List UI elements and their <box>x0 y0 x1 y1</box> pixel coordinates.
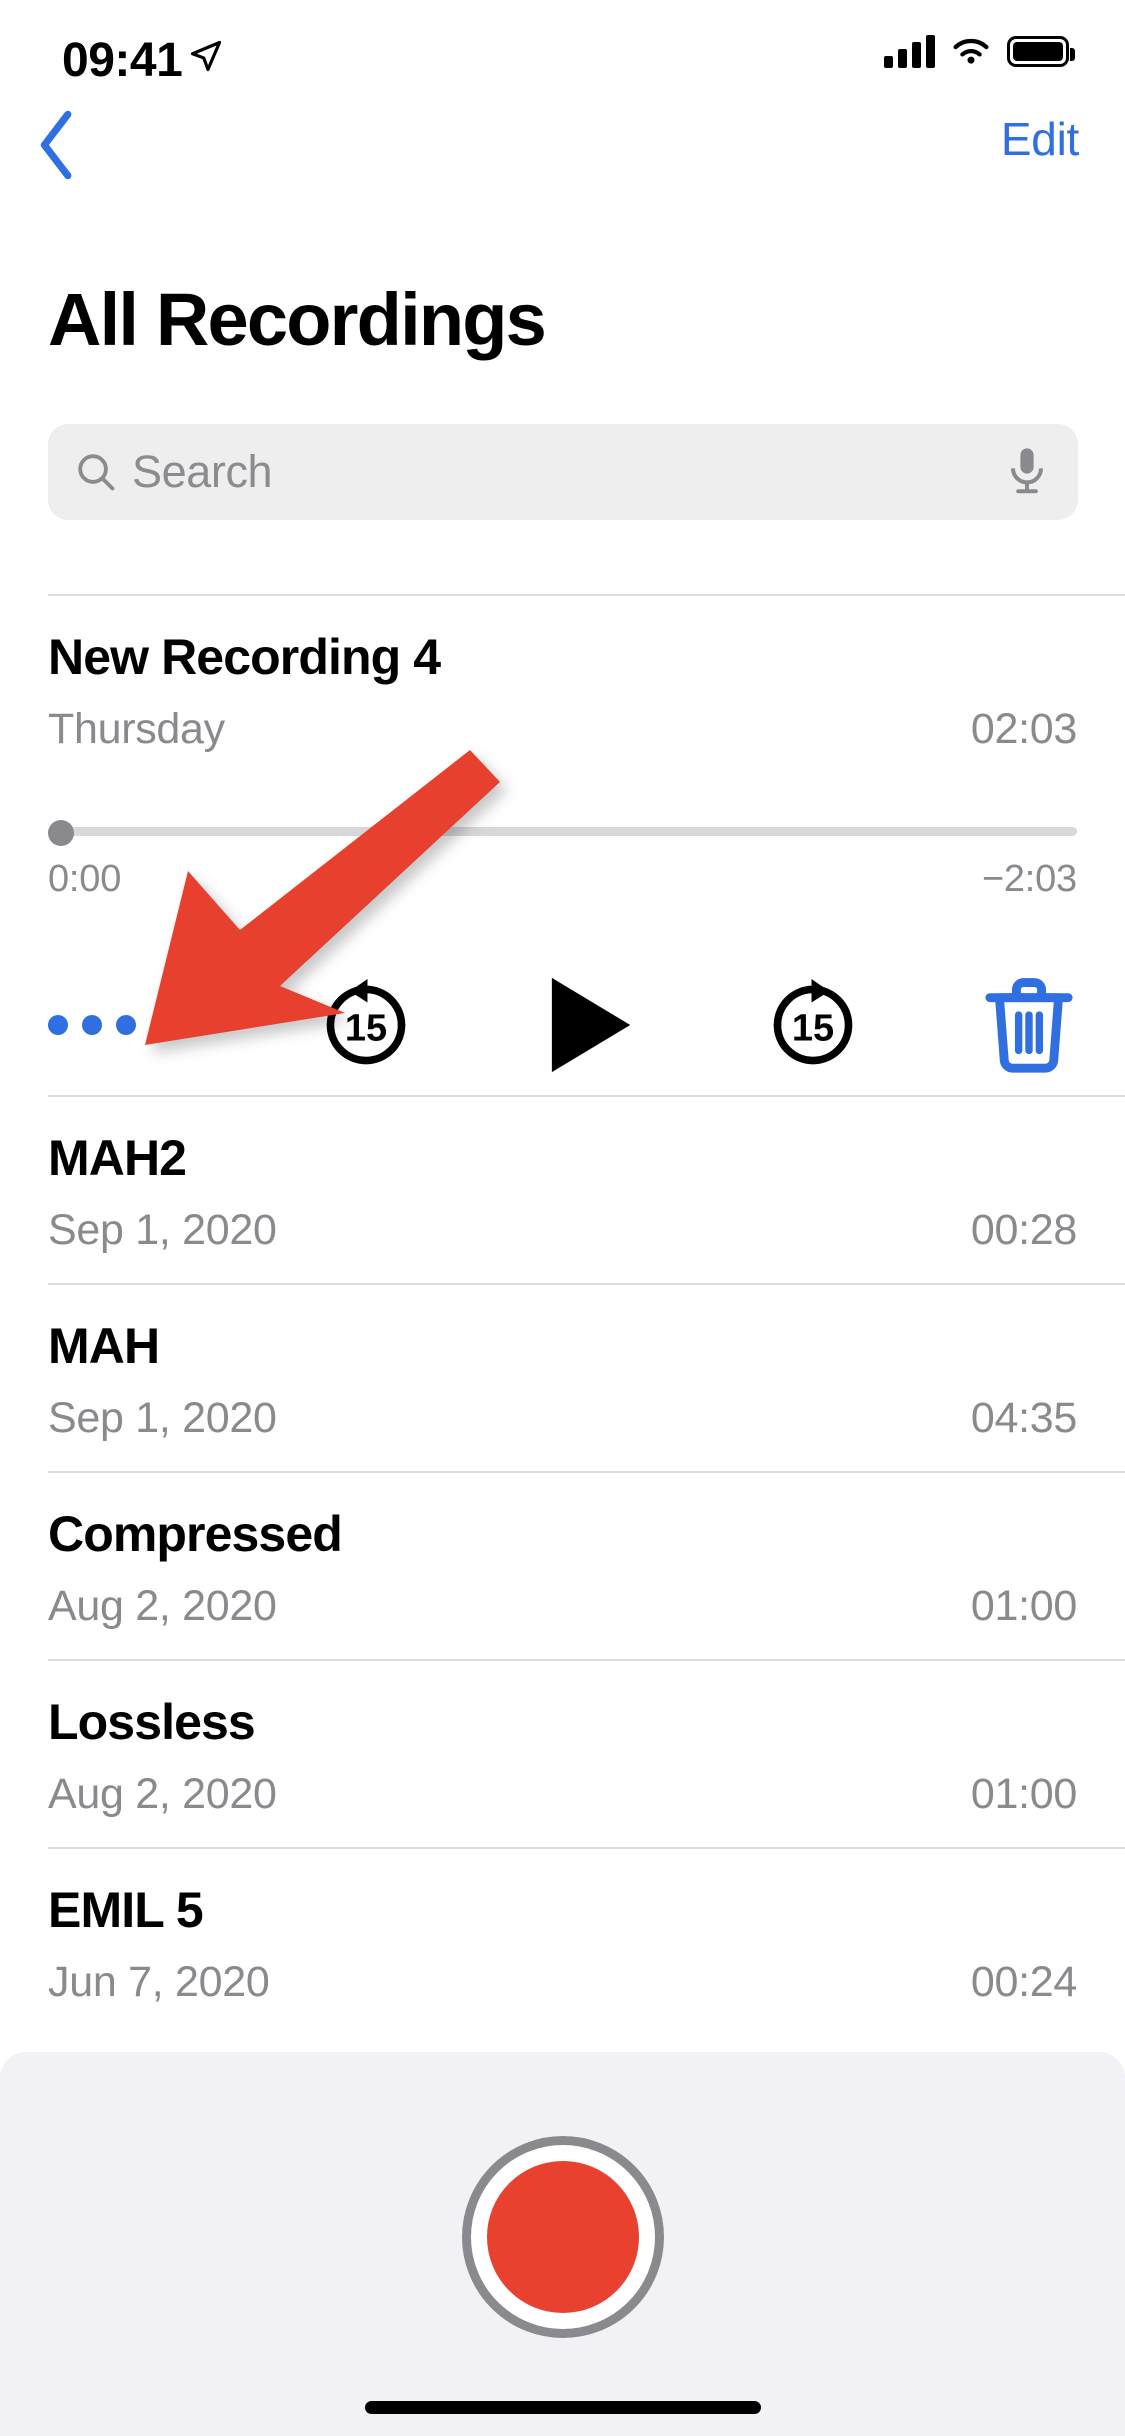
status-bar-indicators <box>884 34 1075 68</box>
elapsed-time: 0:00 <box>48 858 122 900</box>
svg-text:15: 15 <box>792 1008 834 1050</box>
play-icon <box>551 977 630 1073</box>
recording-date: Sep 1, 2020 <box>48 1394 277 1442</box>
play-button[interactable] <box>535 967 645 1083</box>
recording-duration: 04:35 <box>970 1394 1077 1442</box>
recordings-list: New Recording 4 Thursday 02:03 0:00 −2:0… <box>0 594 1125 2035</box>
delete-button[interactable] <box>981 973 1077 1077</box>
recording-duration: 02:03 <box>970 705 1077 753</box>
remaining-time: −2:03 <box>981 858 1077 900</box>
list-item[interactable]: MAH Sep 1, 2020 04:35 <box>0 1285 1125 1471</box>
record-button[interactable] <box>461 2136 664 2338</box>
recording-meta: Sep 1, 2020 00:28 <box>48 1206 1077 1255</box>
recording-title: MAH2 <box>48 1130 187 1186</box>
selected-recording-row[interactable]: New Recording 4 Thursday 02:03 <box>0 596 1125 782</box>
list-item[interactable]: MAH2 Sep 1, 2020 00:28 <box>0 1097 1125 1283</box>
recording-duration: 00:28 <box>970 1206 1077 1254</box>
recording-title: Lossless <box>48 1694 256 1750</box>
recording-title: MAH <box>48 1318 160 1374</box>
microphone-icon[interactable] <box>1002 444 1052 500</box>
chevron-left-icon <box>40 110 72 180</box>
list-item[interactable]: Lossless Aug 2, 2020 01:00 <box>0 1661 1125 1847</box>
recording-title: Compressed <box>48 1506 343 1562</box>
skip-forward-button[interactable]: 15 <box>764 976 862 1074</box>
home-indicator <box>364 2401 761 2414</box>
recording-date: Aug 2, 2020 <box>48 1770 277 1818</box>
record-panel <box>0 2052 1125 2436</box>
recording-date: Thursday <box>48 705 225 753</box>
playback-panel: 0:00 −2:03 15 15 <box>0 820 1125 1095</box>
recording-date: Aug 2, 2020 <box>48 1582 277 1630</box>
recording-date: Jun 7, 2020 <box>48 1958 270 2006</box>
svg-text:15: 15 <box>345 1008 387 1050</box>
playback-times: 0:00 −2:03 <box>48 858 1077 901</box>
playback-controls: 15 15 <box>48 965 1077 1095</box>
recording-date: Sep 1, 2020 <box>48 1206 277 1254</box>
record-button-icon <box>486 2161 639 2313</box>
skip-forward-15-icon: 15 <box>773 978 853 1065</box>
recording-meta: Sep 1, 2020 04:35 <box>48 1394 1077 1443</box>
recording-duration: 01:00 <box>970 1582 1077 1630</box>
playback-scrubber[interactable] <box>48 820 1077 846</box>
wifi-icon <box>953 38 989 64</box>
ellipsis-icon <box>48 1015 198 1035</box>
recording-meta: Jun 7, 2020 00:24 <box>48 1958 1077 2007</box>
list-item[interactable]: Compressed Aug 2, 2020 01:00 <box>0 1473 1125 1659</box>
status-bar: 09:41 <box>0 0 1125 98</box>
page-title: All Recordings <box>48 278 547 361</box>
skip-back-15-icon: 15 <box>326 978 406 1065</box>
recording-meta: Aug 2, 2020 01:00 <box>48 1582 1077 1631</box>
skip-back-button[interactable]: 15 <box>317 976 415 1074</box>
recording-title: New Recording 4 <box>48 629 441 685</box>
battery-full-icon <box>1007 35 1075 67</box>
scrubber-thumb[interactable] <box>48 820 74 846</box>
recording-duration: 01:00 <box>970 1770 1077 1818</box>
more-options-button[interactable] <box>48 1015 198 1035</box>
recording-meta: Thursday 02:03 <box>48 705 1077 754</box>
voice-memos-screen: 09:41 Edit All Recordings Search New Rec… <box>0 0 1125 2436</box>
search-icon <box>78 454 115 491</box>
recording-meta: Aug 2, 2020 01:00 <box>48 1770 1077 1819</box>
edit-button[interactable]: Edit <box>1001 112 1079 166</box>
status-bar-time: 09:41 <box>62 34 183 87</box>
recording-title: EMIL 5 <box>48 1882 204 1938</box>
search-bar[interactable] <box>48 424 1078 520</box>
search-input[interactable] <box>132 446 1002 498</box>
back-button[interactable] <box>22 110 92 180</box>
location-arrow-icon <box>190 40 222 72</box>
scrubber-track <box>48 827 1077 836</box>
recording-duration: 00:24 <box>970 1958 1077 2006</box>
cellular-bars-icon <box>884 34 935 68</box>
trash-icon <box>985 978 1073 1073</box>
list-item[interactable]: EMIL 5 Jun 7, 2020 00:24 <box>0 1849 1125 2035</box>
navigation-bar: Edit <box>0 98 1125 180</box>
